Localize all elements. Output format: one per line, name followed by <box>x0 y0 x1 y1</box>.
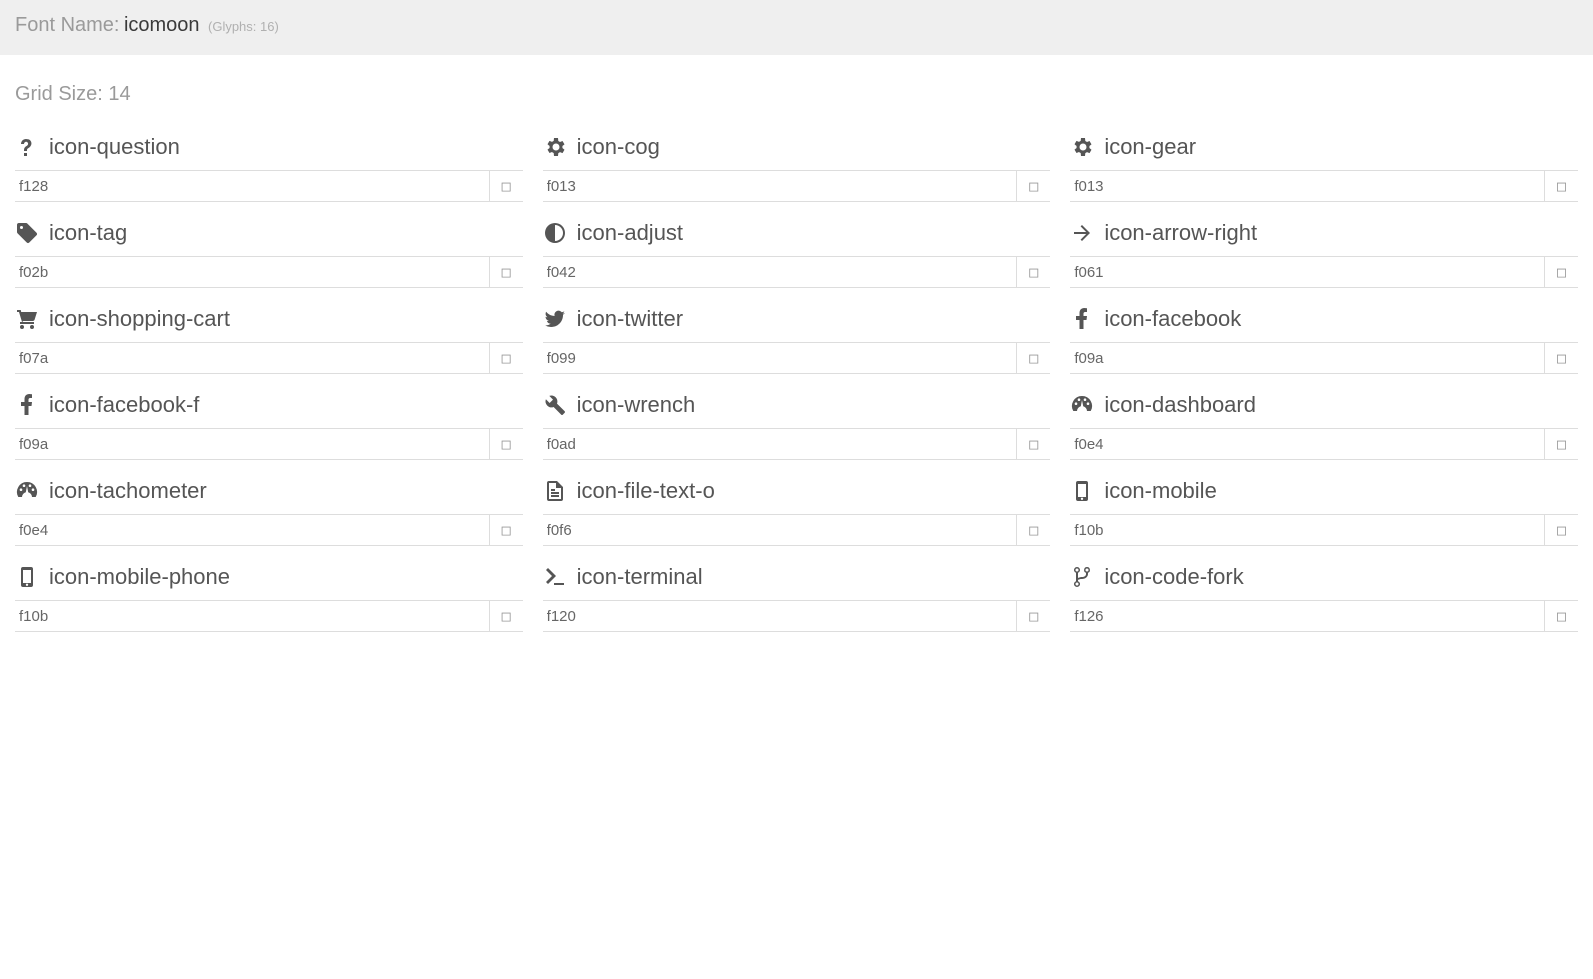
glyph-name-label: icon-dashboard <box>1104 392 1256 418</box>
grid-size-label: Grid Size: 14 <box>0 55 1593 116</box>
glyph-name-label: icon-adjust <box>577 220 683 246</box>
glyph-liga-input[interactable] <box>489 428 523 460</box>
glyph-code-input[interactable] <box>1070 514 1544 546</box>
mobile-icon <box>1070 479 1104 503</box>
glyph-item: icon-shopping-cart <box>5 288 533 374</box>
glyph-item: icon-adjust <box>533 202 1061 288</box>
glyph-item: icon-question <box>5 116 533 202</box>
glyph-item: icon-arrow-right <box>1060 202 1588 288</box>
glyph-item: icon-file-text-o <box>533 460 1061 546</box>
glyph-code-input[interactable] <box>15 514 489 546</box>
glyph-item: icon-facebook-f <box>5 374 533 460</box>
glyph-code-input[interactable] <box>1070 170 1544 202</box>
tag-icon <box>15 221 49 245</box>
glyph-item: icon-cog <box>533 116 1061 202</box>
glyph-code-input[interactable] <box>1070 342 1544 374</box>
glyph-name-label: icon-wrench <box>577 392 696 418</box>
glyph-name-label: icon-code-fork <box>1104 564 1243 590</box>
glyph-name-label: icon-file-text-o <box>577 478 715 504</box>
font-name-label: Font Name: <box>15 14 119 36</box>
glyph-liga-input[interactable] <box>1016 256 1050 288</box>
glyph-code-input[interactable] <box>15 600 489 632</box>
glyph-liga-input[interactable] <box>489 600 523 632</box>
glyph-liga-input[interactable] <box>1544 342 1578 374</box>
glyph-liga-input[interactable] <box>489 256 523 288</box>
twitter-icon <box>543 307 577 331</box>
font-name-value: icomoon <box>124 14 200 36</box>
glyph-code-input[interactable] <box>543 514 1017 546</box>
glyph-name-label: icon-mobile <box>1104 478 1217 504</box>
wrench-icon <box>543 393 577 417</box>
glyph-code-input[interactable] <box>543 600 1017 632</box>
glyph-code-input[interactable] <box>1070 600 1544 632</box>
glyph-item: icon-dashboard <box>1060 374 1588 460</box>
glyph-code-input[interactable] <box>1070 256 1544 288</box>
cart-icon <box>15 307 49 331</box>
glyph-liga-input[interactable] <box>1016 514 1050 546</box>
glyph-item: icon-wrench <box>533 374 1061 460</box>
glyph-liga-input[interactable] <box>1544 256 1578 288</box>
glyph-name-label: icon-mobile-phone <box>49 564 230 590</box>
glyph-name-label: icon-facebook-f <box>49 392 199 418</box>
glyph-code-input[interactable] <box>543 170 1017 202</box>
dashboard-icon <box>15 479 49 503</box>
glyph-liga-input[interactable] <box>1016 170 1050 202</box>
glyph-name-label: icon-tag <box>49 220 127 246</box>
glyph-code-input[interactable] <box>15 170 489 202</box>
cog-icon <box>1070 135 1104 159</box>
file-text-icon <box>543 479 577 503</box>
glyph-name-label: icon-arrow-right <box>1104 220 1257 246</box>
glyph-item: icon-tachometer <box>5 460 533 546</box>
terminal-icon <box>543 565 577 589</box>
glyph-code-input[interactable] <box>543 342 1017 374</box>
glyph-name-label: icon-cog <box>577 134 660 160</box>
glyph-liga-input[interactable] <box>1544 428 1578 460</box>
arrow-right-icon <box>1070 221 1104 245</box>
glyph-name-label: icon-tachometer <box>49 478 207 504</box>
glyph-item: icon-gear <box>1060 116 1588 202</box>
glyph-name-label: icon-facebook <box>1104 306 1241 332</box>
header-bar: Font Name: icomoon (Glyphs: 16) <box>0 0 1593 55</box>
question-icon <box>15 135 49 159</box>
adjust-icon <box>543 221 577 245</box>
glyph-name-label: icon-twitter <box>577 306 683 332</box>
glyph-item: icon-terminal <box>533 546 1061 632</box>
facebook-icon <box>15 393 49 417</box>
glyph-count: (Glyphs: 16) <box>208 19 279 34</box>
glyph-code-input[interactable] <box>543 428 1017 460</box>
glyph-name-label: icon-gear <box>1104 134 1196 160</box>
glyph-grid: icon-question icon-cog icon-gear <box>0 116 1593 672</box>
glyph-liga-input[interactable] <box>489 170 523 202</box>
glyph-code-input[interactable] <box>1070 428 1544 460</box>
glyph-code-input[interactable] <box>543 256 1017 288</box>
code-fork-icon <box>1070 565 1104 589</box>
glyph-item: icon-facebook <box>1060 288 1588 374</box>
glyph-liga-input[interactable] <box>1544 170 1578 202</box>
glyph-liga-input[interactable] <box>1544 600 1578 632</box>
glyph-item: icon-tag <box>5 202 533 288</box>
glyph-code-input[interactable] <box>15 342 489 374</box>
glyph-code-input[interactable] <box>15 256 489 288</box>
glyph-item: icon-mobile-phone <box>5 546 533 632</box>
facebook-icon <box>1070 307 1104 331</box>
mobile-icon <box>15 565 49 589</box>
glyph-name-label: icon-terminal <box>577 564 703 590</box>
glyph-item: icon-twitter <box>533 288 1061 374</box>
glyph-liga-input[interactable] <box>489 342 523 374</box>
dashboard-icon <box>1070 393 1104 417</box>
glyph-name-label: icon-shopping-cart <box>49 306 230 332</box>
glyph-liga-input[interactable] <box>1016 342 1050 374</box>
glyph-liga-input[interactable] <box>1016 428 1050 460</box>
glyph-item: icon-code-fork <box>1060 546 1588 632</box>
cog-icon <box>543 135 577 159</box>
glyph-liga-input[interactable] <box>1016 600 1050 632</box>
glyph-item: icon-mobile <box>1060 460 1588 546</box>
glyph-liga-input[interactable] <box>489 514 523 546</box>
glyph-liga-input[interactable] <box>1544 514 1578 546</box>
glyph-code-input[interactable] <box>15 428 489 460</box>
glyph-name-label: icon-question <box>49 134 180 160</box>
